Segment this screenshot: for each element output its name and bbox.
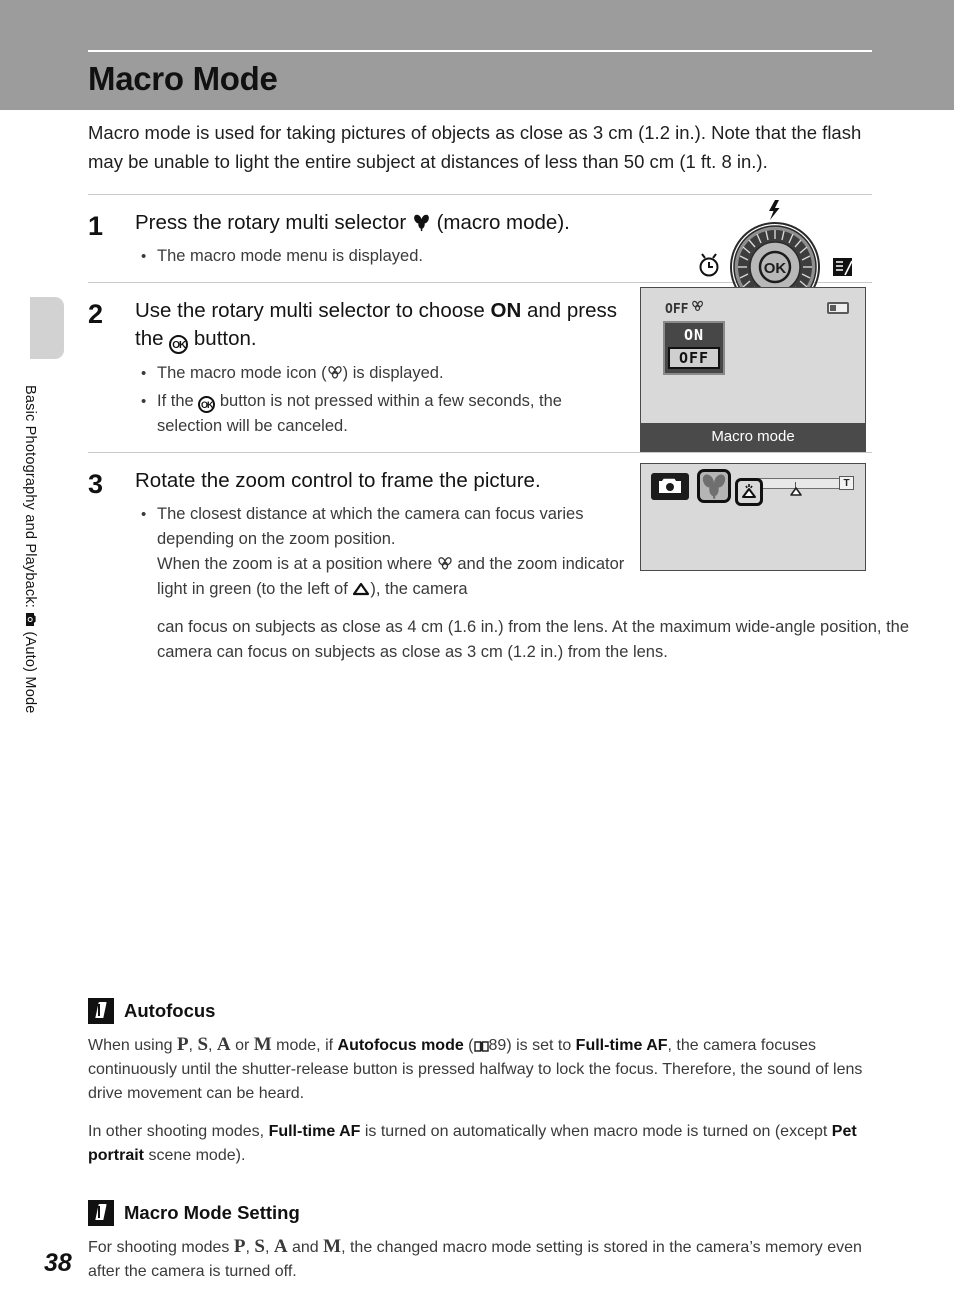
step-2-body: Use the rotary multi selector to choose … (135, 297, 630, 439)
step-3-bullet-line2-pre: When the zoom is at a position where (157, 555, 433, 573)
mode-letter-s: S (254, 1236, 265, 1257)
note-macro-setting-header: Macro Mode Setting (88, 1200, 878, 1226)
chapter-label-text-2: (Auto) Mode (22, 631, 38, 714)
page-content: Macro mode is used for taking pictures o… (88, 118, 909, 665)
mode-letter-m: M (253, 1034, 272, 1055)
page-header-band: Macro Mode (0, 0, 954, 110)
mountain-icon (789, 486, 803, 499)
dropdown-option-on[interactable]: ON (665, 326, 723, 345)
step-3-bullet-line1: The closest distance at which the camera… (157, 505, 584, 548)
note-macro-setting-title: Macro Mode Setting (124, 1202, 300, 1223)
intro-paragraph: Macro mode is used for taking pictures o… (88, 122, 862, 172)
step-3-bullets: The closest distance at which the camera… (135, 502, 630, 602)
exposure-compensation-icon (833, 258, 853, 276)
note-autofocus-paragraph-1: When using P, S, A or M mode, if Autofoc… (88, 1034, 863, 1102)
macro-flower-icon (412, 213, 431, 235)
mountain-icon (352, 582, 370, 599)
pencil-icon (88, 998, 114, 1024)
pencil-icon (88, 1200, 114, 1226)
header-rule (88, 50, 872, 52)
page-number: 38 (44, 1249, 72, 1277)
step-3-bullet-line2-post: ), the camera (370, 580, 468, 598)
step-3-heading: Rotate the zoom control to frame the pic… (135, 469, 541, 492)
pet-portrait-term: Pet portrait (88, 1123, 857, 1164)
step-2-heading-post: button. (193, 327, 257, 350)
list-item: If the OK button is not pressed within a… (135, 389, 630, 439)
camera-auto-icon (651, 473, 689, 500)
step-1-heading: Press the rotary multi selector (macro m… (135, 209, 630, 237)
step-1-body: Press the rotary multi selector (macro m… (135, 209, 630, 269)
list-item: The macro mode icon () is displayed. (135, 361, 630, 386)
step-3: 3 Rotate the zoom control to frame the p… (88, 453, 872, 615)
chapter-label: Basic Photography and Playback: (Auto) M… (22, 385, 38, 785)
step-2-bullets: The macro mode icon () is displayed. If … (135, 361, 630, 439)
step-2: 2 Use the rotary multi selector to choos… (88, 283, 872, 452)
list-item: The closest distance at which the camera… (135, 502, 630, 602)
lcd-macro-menu-illustration: OFF ON OFF Macro mode (640, 287, 866, 452)
step-1-bullets: The macro mode menu is displayed. (135, 244, 630, 269)
step-3-wide-note: can focus on subjects as close as 4 cm (… (157, 618, 910, 661)
macro-flower-icon (327, 365, 343, 384)
macro-mode-dropdown[interactable]: ON OFF (663, 321, 725, 375)
full-time-af-term: Full-time AF (575, 1037, 668, 1054)
svg-text:OK: OK (764, 260, 787, 277)
mode-letter-p: P (176, 1034, 189, 1055)
full-time-af-term: Full-time AF (268, 1123, 361, 1140)
dropdown-option-off[interactable]: OFF (668, 347, 720, 369)
flash-icon (769, 200, 780, 220)
step-2-heading: Use the rotary multi selector to choose … (135, 297, 630, 354)
step-2-heading-pre: Use the rotary multi selector to choose (135, 299, 485, 322)
mode-letter-s: S (197, 1034, 209, 1055)
svg-text:OFF: OFF (665, 302, 689, 317)
macro-flower-icon (697, 469, 731, 503)
book-reference-icon (473, 1040, 489, 1055)
step-1-heading-pre: Press the rotary multi selector (135, 211, 407, 234)
lcd-caption: Macro mode (641, 423, 865, 451)
macro-off-icon: OFF (665, 298, 705, 318)
mode-letter-m: M (323, 1236, 342, 1257)
notes-section: Autofocus When using P, S, A or M mode, … (88, 998, 878, 1298)
camera-auto-icon (22, 612, 37, 627)
chapter-tab (30, 297, 64, 359)
page-title: Macro Mode (88, 60, 278, 97)
note-autofocus-paragraph-2: In other shooting modes, Full-time AF is… (88, 1123, 857, 1164)
mode-letter-a: A (216, 1034, 231, 1055)
note-autofocus-title: Autofocus (124, 1000, 216, 1021)
step-2-number: 2 (88, 299, 104, 329)
step-1-number: 1 (88, 211, 104, 241)
zoom-tele-label: T (839, 476, 854, 490)
note-macro-setting-paragraph-1: For shooting modes P, S, A and M, the ch… (88, 1236, 862, 1280)
autofocus-mountain-icon (735, 478, 763, 506)
step-2-heading-bold: ON (490, 299, 522, 322)
step-3-body: Rotate the zoom control to frame the pic… (135, 467, 630, 602)
list-item: The macro mode menu is displayed. (135, 244, 630, 269)
macro-flower-icon (437, 556, 453, 575)
battery-icon (827, 302, 849, 314)
ok-button-icon: OK (169, 335, 189, 354)
chapter-label-text-1: Basic Photography and Playback: (22, 385, 38, 609)
step-1: 1 Press the rotary multi selector (macro… (88, 195, 872, 334)
ok-button-icon: OK (198, 396, 216, 413)
lcd-zoom-indicator-illustration: T (640, 463, 866, 571)
note-autofocus-header: Autofocus (88, 998, 878, 1024)
step-1-heading-post: (macro mode). (436, 211, 570, 234)
self-timer-icon (699, 253, 719, 277)
mode-letter-a: A (273, 1236, 288, 1257)
autofocus-mode-term: Autofocus mode (337, 1037, 464, 1054)
step-3-number: 3 (88, 469, 104, 499)
mode-letter-p: P (233, 1236, 246, 1257)
